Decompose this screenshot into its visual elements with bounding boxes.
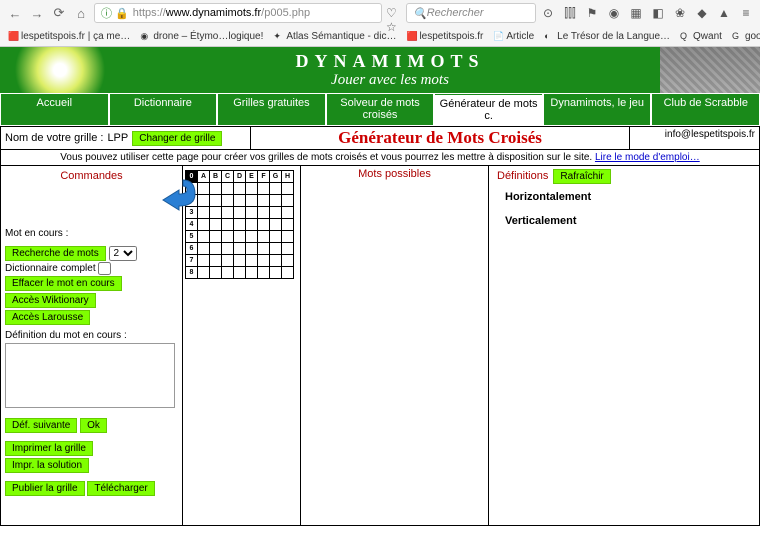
bookmark-item[interactable]: ◉drone – Étymo…logique! (140, 31, 263, 42)
bm-icon: ◐ (544, 31, 554, 41)
change-grid-button[interactable]: Changer de grille (132, 131, 222, 146)
page-content: DYNAMIMOTS Jouer avec les mots Accueil D… (0, 47, 760, 526)
hint-row: Vous pouvez utiliser cette page pour cré… (0, 150, 760, 166)
erase-word-button[interactable]: Effacer le mot en cours (5, 276, 122, 291)
menu-icon[interactable]: ≡ (738, 5, 754, 21)
ext3-icon[interactable]: ▦ (628, 5, 644, 21)
bm-icon: G (732, 31, 742, 41)
next-def-button[interactable]: Déf. suivante (5, 418, 77, 433)
commands-panel: Commandes Mot en cours : Recherche de mo… (1, 166, 183, 525)
dropdown-icon[interactable]: ⋯ ♡ ☆ (386, 5, 402, 21)
download-icon[interactable]: ⊙ (540, 5, 556, 21)
bm-icon: ◉ (140, 31, 150, 41)
ext6-icon[interactable]: ◆ (694, 5, 710, 21)
ext7-icon[interactable]: ▲ (716, 5, 732, 21)
lock-icon: ⓘ 🔒 (101, 5, 129, 21)
horizontal-heading: Horizontalement (505, 191, 753, 203)
ok-button[interactable]: Ok (80, 418, 107, 433)
undo-icon[interactable] (153, 172, 203, 212)
bm-icon: Q (680, 31, 690, 41)
nav-toolbar: ← → ⟳ ⌂ ⓘ 🔒 https://www.dynamimots.fr/p0… (0, 0, 760, 26)
bm-icon: ✦ (273, 31, 283, 41)
bookmark-item[interactable]: 🟥lespetitspois.fr (406, 31, 483, 42)
browser-chrome: ← → ⟳ ⌂ ⓘ 🔒 https://www.dynamimots.fr/p0… (0, 0, 760, 47)
download-button[interactable]: Télécharger (87, 481, 154, 496)
publish-grid-button[interactable]: Publier la grille (5, 481, 85, 496)
full-dict-checkbox[interactable] (98, 262, 111, 275)
search-bar[interactable]: 🔍 Rechercher (406, 3, 536, 23)
nav-dictionnaire[interactable]: Dictionnaire (110, 94, 217, 125)
grid-name-area: Nom de votre grille : LPP Changer de gri… (1, 127, 251, 149)
main-area: Commandes Mot en cours : Recherche de mo… (0, 166, 760, 526)
refresh-button[interactable]: Rafraîchir (553, 169, 610, 184)
bookmark-item[interactable]: ✦Atlas Sémantique - dic… (273, 31, 396, 42)
reload-button[interactable]: ⟳ (50, 4, 68, 22)
grid-name-value: LPP (107, 132, 128, 144)
nav-scrabble[interactable]: Club de Scrabble (652, 94, 759, 125)
contact-email[interactable]: info@lespetitspois.fr (629, 127, 759, 149)
bm-icon: 🟥 (8, 31, 18, 41)
possible-words-panel: Mots possibles (301, 166, 489, 525)
url-proto: https:// (133, 7, 166, 19)
url-domain: www.dynamimots.fr (166, 7, 261, 19)
hint-link[interactable]: Lire le mode d'emploi… (595, 152, 700, 163)
search-placeholder: Rechercher (427, 7, 484, 19)
bookmark-item[interactable]: 📄Article (493, 31, 534, 42)
nav-jeu[interactable]: Dynamimots, le jeu (544, 94, 651, 125)
forward-button[interactable]: → (28, 4, 46, 22)
bookmark-item[interactable]: QQwant (680, 31, 722, 42)
bm-icon: 📄 (493, 31, 503, 41)
header-row: Nom de votre grille : LPP Changer de gri… (0, 126, 760, 150)
current-word-label: Mot en cours : (5, 228, 178, 239)
bookmarks-bar: 🟥lespetitspois.fr | ça me… ◉drone – Étym… (0, 26, 760, 46)
library-icon[interactable]: ⫿⫿⫿ (562, 5, 578, 21)
possible-words-title: Mots possibles (301, 166, 488, 182)
ext1-icon[interactable]: ⚑ (584, 5, 600, 21)
page-title: Générateur de Mots Croisés (251, 127, 629, 149)
ext4-icon[interactable]: ◧ (650, 5, 666, 21)
definition-label: Définition du mot en cours : (5, 330, 178, 341)
bookmark-item[interactable]: ◐Le Trésor de la Langue… (544, 31, 670, 42)
ext2-icon[interactable]: ◉ (606, 5, 622, 21)
wiktionary-button[interactable]: Accès Wiktionary (5, 293, 96, 308)
back-button[interactable]: ← (6, 4, 24, 22)
nav-solveur[interactable]: Solveur de mots croisés (327, 94, 434, 125)
site-title: DYNAMIMOTS (120, 51, 660, 72)
ext5-icon[interactable]: ❀ (672, 5, 688, 21)
home-button[interactable]: ⌂ (72, 4, 90, 22)
bookmark-item[interactable]: 🟥lespetitspois.fr | ça me… (8, 31, 130, 42)
grid-panel: 0ABCDEFGH12345678 (183, 166, 301, 525)
toolbar-icons: ⊙ ⫿⫿⫿ ⚑ ◉ ▦ ◧ ❀ ◆ ▲ ≡ (540, 5, 754, 21)
nav-grilles[interactable]: Grilles gratuites (218, 94, 325, 125)
banner-logo (0, 47, 120, 93)
search-words-button[interactable]: Recherche de mots (5, 246, 106, 261)
full-dict-label: Dictionnaire complet (5, 263, 96, 274)
bookmark-item[interactable]: Ggoogle birthday surpri… (732, 31, 760, 42)
search-icon: 🔍 (413, 7, 427, 20)
print-solution-button[interactable]: Impr. la solution (5, 458, 89, 473)
url-bar[interactable]: ⓘ 🔒 https://www.dynamimots.fr/p005.php (94, 3, 382, 23)
vertical-heading: Verticalement (505, 215, 753, 227)
url-path: /p005.php (261, 7, 310, 19)
definitions-panel: Définitions Rafraîchir Horizontalement V… (489, 166, 759, 525)
hint-text: Vous pouvez utiliser cette page pour cré… (60, 152, 592, 163)
search-length-select[interactable]: 2 (109, 246, 137, 261)
nav-generateur[interactable]: Générateur de mots c. (435, 94, 542, 125)
banner: DYNAMIMOTS Jouer avec les mots (0, 47, 760, 93)
definitions-title: Définitions (495, 168, 550, 184)
main-nav: Accueil Dictionnaire Grilles gratuites S… (0, 93, 760, 126)
bm-icon: 🟥 (406, 31, 416, 41)
print-grid-button[interactable]: Imprimer la grille (5, 441, 93, 456)
nav-accueil[interactable]: Accueil (1, 94, 108, 125)
larousse-button[interactable]: Accès Larousse (5, 310, 90, 325)
grid-name-label: Nom de votre grille : (5, 132, 103, 144)
definition-textarea[interactable] (5, 343, 175, 408)
banner-title: DYNAMIMOTS Jouer avec les mots (120, 51, 660, 89)
site-subtitle: Jouer avec les mots (120, 72, 660, 89)
banner-decor (660, 47, 760, 93)
